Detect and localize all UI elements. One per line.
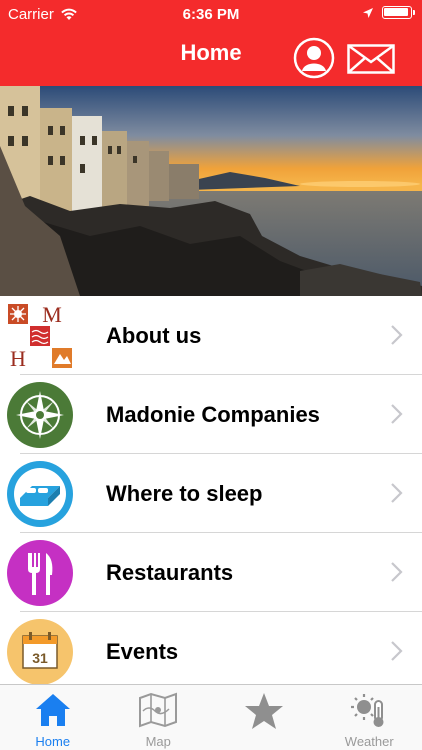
chevron-right-icon [391, 641, 403, 661]
compass-rose-icon [7, 382, 73, 448]
status-time: 6:36 PM [182, 6, 240, 23]
menu-item-madonie-companies[interactable]: Madonie Companies [0, 375, 422, 454]
menu-item-about-us[interactable]: M H About us [0, 296, 422, 375]
menu-item-restaurants[interactable]: Restaurants [0, 533, 422, 612]
fork-knife-icon [7, 540, 73, 606]
menu-list: M H About us Madonie Companies Where to … [0, 296, 422, 691]
tab-label: Home [35, 734, 71, 749]
calendar-icon: 31 [7, 619, 73, 685]
mail-icon[interactable] [347, 44, 395, 74]
menu-item-where-to-sleep[interactable]: Where to sleep [0, 454, 422, 533]
map-icon [139, 692, 178, 728]
calendar-day: 31 [32, 650, 48, 666]
status-bar: Carrier 6:36 PM [0, 0, 422, 30]
location-arrow-icon [363, 7, 373, 18]
chevron-right-icon [391, 562, 403, 582]
tab-weather[interactable]: Weather [317, 685, 422, 750]
tab-favorites[interactable] [211, 685, 317, 750]
tab-label: Map [145, 734, 171, 749]
weather-icon [351, 694, 384, 727]
menu-item-label: Restaurants [106, 559, 234, 585]
battery-icon [382, 6, 415, 19]
home-icon [35, 694, 70, 726]
menu-item-label: Events [106, 638, 179, 664]
hero-image [0, 86, 422, 296]
profile-icon[interactable] [293, 37, 335, 79]
tab-label: Weather [344, 734, 394, 749]
menu-item-label: Madonie Companies [106, 401, 320, 427]
bed-icon [7, 461, 73, 527]
menu-item-label: About us [106, 322, 202, 348]
tab-map[interactable]: Map [106, 685, 212, 750]
top-bar: Carrier 6:36 PM Home [0, 0, 422, 86]
chevron-right-icon [391, 404, 403, 424]
star-icon [244, 693, 283, 729]
menu-item-label: Where to sleep [106, 480, 263, 506]
svg-text:H: H [10, 346, 26, 370]
tab-bar: Home Map Weather [0, 684, 422, 750]
svg-text:M: M [42, 302, 62, 327]
chevron-right-icon [391, 325, 403, 345]
chevron-right-icon [391, 483, 403, 503]
mhm-logo-icon: M H [6, 302, 74, 370]
menu-item-events[interactable]: 31 Events [0, 612, 422, 691]
tab-home[interactable]: Home [0, 685, 106, 750]
